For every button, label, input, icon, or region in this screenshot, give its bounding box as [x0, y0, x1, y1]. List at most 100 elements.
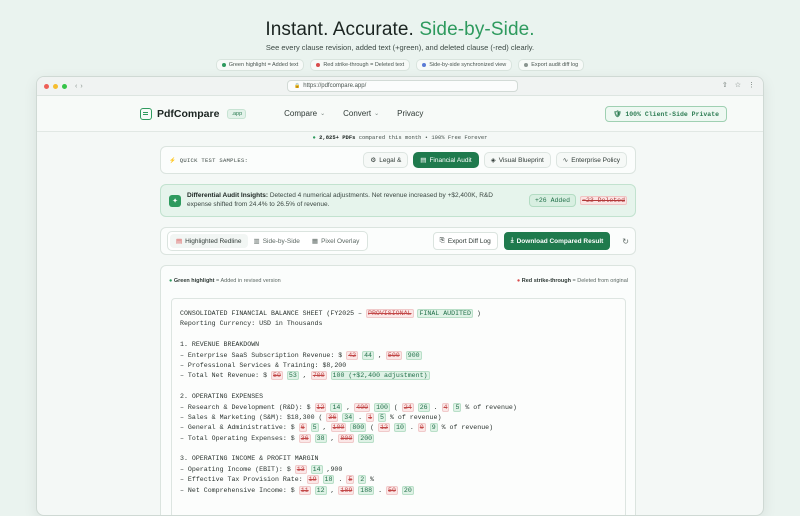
export-diff-log-button[interactable]: ⎘ Export Diff Log [432, 232, 498, 250]
added-text: 14 [310, 464, 323, 474]
document-line: – Sales & Marketing (S&M): $18,300 ( 36 … [180, 412, 617, 423]
browser-titlebar: ‹› 🔒 https://pdfcompare.app/ ⇧ ☆ ⋮ [37, 77, 763, 96]
deleted-text: 400 [354, 402, 371, 412]
columns-icon: ▥ [253, 238, 260, 245]
added-text: 12 [314, 485, 327, 495]
unchanged-text: – Net Comprehensive Income: $ [180, 486, 299, 494]
insight-text: Differential Audit Insights: Detected 4 … [187, 192, 507, 210]
unchanged-text: % of revenue) [437, 424, 494, 432]
unchanged-text: Reporting Currency: USD in Thousands [180, 320, 323, 328]
refresh-icon[interactable]: ↻ [622, 237, 629, 246]
document-line: – Enterprise SaaS Subscription Revenue: … [180, 350, 617, 361]
lock-icon: 🔒 [294, 83, 301, 89]
deleted-text: 24 [401, 402, 414, 412]
added-text: 200 [358, 433, 375, 443]
privacy-badge-label: 100% Client-Side Private [625, 110, 719, 118]
feature-chip: Red strike-through = Deleted text [310, 59, 411, 71]
hero-subtitle: See every clause revision, added text (+… [265, 43, 535, 52]
added-text: 20 [401, 485, 414, 495]
document-line: – Total Operating Expenses: $ 36 38 , 80… [180, 433, 617, 444]
forward-arrow-icon[interactable]: › [80, 83, 85, 90]
close-window-button[interactable] [44, 83, 49, 89]
deleted-text: 500 [385, 350, 402, 360]
tab-side-by-side[interactable]: ▥ Side-by-Side [248, 234, 306, 248]
unchanged-text: % [366, 476, 375, 484]
unchanged-text: % of revenue) [461, 403, 517, 411]
minimize-window-button[interactable] [53, 83, 58, 89]
legend-deleted: ● Red strike-through = Deleted from orig… [517, 278, 628, 284]
tab-pixel-overlay[interactable]: ▦ Pixel Overlay [306, 234, 365, 248]
red-dot-icon: ● [516, 278, 521, 284]
legend-deleted-title: Red strike-through [521, 278, 571, 284]
sample-tab-label: Enterprise Policy [571, 156, 620, 164]
menu-privacy[interactable]: Privacy [397, 109, 423, 118]
chip-label: Export audit diff log [531, 62, 579, 68]
address-bar[interactable]: 🔒 https://pdfcompare.app/ [287, 80, 518, 92]
document-line: – Effective Tax Provision Rate: 19 18 . … [180, 475, 617, 485]
deleted-text: 50 [386, 485, 398, 495]
legend-added: ● Green highlight = Added in revised ver… [169, 278, 281, 284]
feature-chip: Green highlight = Added text [215, 59, 305, 71]
unchanged-text: – General & Administrative: $ [180, 424, 299, 432]
tab-highlighted-redline[interactable]: ▤ Highlighted Redline [170, 234, 248, 248]
download-result-button[interactable]: ⤓ Download Compared Result [503, 232, 611, 250]
deleted-text: 12 [314, 402, 327, 412]
sample-tab-enterprise-policy[interactable]: ∿ Enterprise Policy [555, 152, 627, 168]
legend-added-title: Green highlight [173, 278, 215, 284]
audit-insight-banner: ✦ Differential Audit Insights: Detected … [160, 184, 636, 217]
quick-samples-bar: ⚡ QUICK TEST SAMPLES: ⚙ Legal & ▤ Financia… [160, 146, 636, 174]
shield-icon: 🛡 [613, 111, 622, 118]
unchanged-text: 2. OPERATING EXPENSES [180, 393, 264, 401]
sample-tab-label: Financial Audit [429, 156, 472, 164]
browser-actions: ⇧ ☆ ⋮ [722, 81, 755, 89]
pulse-icon: ∿ [562, 157, 569, 164]
share-icon[interactable]: ⇧ [722, 81, 728, 89]
chip-dot-icon [422, 63, 427, 67]
sample-tab-visual-blueprint[interactable]: ◈ Visual Blueprint [483, 152, 551, 168]
legend-added-text: = Added in revised version [214, 278, 281, 284]
menu-label: Privacy [397, 109, 424, 118]
unchanged-text: , [342, 403, 355, 411]
unchanged-text [327, 372, 331, 379]
window-controls [44, 83, 67, 89]
feature-chip: Export audit diff log [518, 59, 585, 71]
unchanged-text [311, 487, 315, 494]
deleted-text: 42 [346, 350, 359, 360]
unchanged-text: % of revenue) [386, 413, 442, 421]
sample-tab-financial-audit[interactable]: ▤ Financial Audit [413, 152, 479, 168]
chip-label: Side-by-side synchronized view [429, 62, 507, 68]
deleted-text: 189 [338, 485, 355, 495]
document-line: 1. REVENUE BREAKDOWN [180, 340, 617, 350]
view-tab-label: Side-by-Side [262, 237, 300, 245]
redline-icon: ▤ [176, 238, 183, 245]
added-text: 26 [417, 402, 430, 412]
deleted-text: 36 [326, 412, 339, 422]
view-tab-label: Highlighted Redline [185, 237, 242, 245]
usage-stat: ● 2,825+ PDFs compared this month • 100%… [37, 134, 763, 141]
menu-compare[interactable]: Compare ⌄ [284, 109, 325, 118]
menu-convert[interactable]: Convert ⌄ [343, 109, 379, 118]
unchanged-text [319, 476, 323, 483]
privacy-badge: 🛡 100% Client-Side Private [605, 106, 727, 122]
logo[interactable]: PdfCompare .app [140, 107, 247, 120]
deleted-text: 700 [310, 371, 327, 381]
chip-dot-icon [316, 63, 321, 67]
maximize-window-button[interactable] [62, 83, 67, 89]
stat-text: compared this month • 100% Free Forever [355, 134, 488, 141]
feature-chips: Green highlight = Added text Red strike-… [0, 59, 800, 71]
added-text: 18 [322, 475, 335, 485]
more-icon[interactable]: ⋮ [748, 81, 755, 89]
redline-document: CONSOLIDATED FINANCIAL BALANCE SHEET (FY… [171, 298, 626, 515]
added-text: 53 [286, 371, 299, 381]
main-menu: Compare ⌄ Convert ⌄ Privacy [284, 109, 423, 118]
added-text: 38 [314, 433, 327, 443]
unchanged-text: – Research & Development (R&D): $ [180, 403, 315, 411]
sample-tab-legal[interactable]: ⚙ Legal & [363, 152, 409, 168]
unchanged-text: – Effective Tax Provision Rate: [180, 476, 307, 484]
document-line: – General & Administrative: $ 6 5 , 100 … [180, 423, 617, 433]
unchanged-text: . [429, 403, 442, 411]
deleted-text: PROVISIONAL [365, 309, 414, 318]
star-icon[interactable]: ☆ [735, 81, 741, 89]
